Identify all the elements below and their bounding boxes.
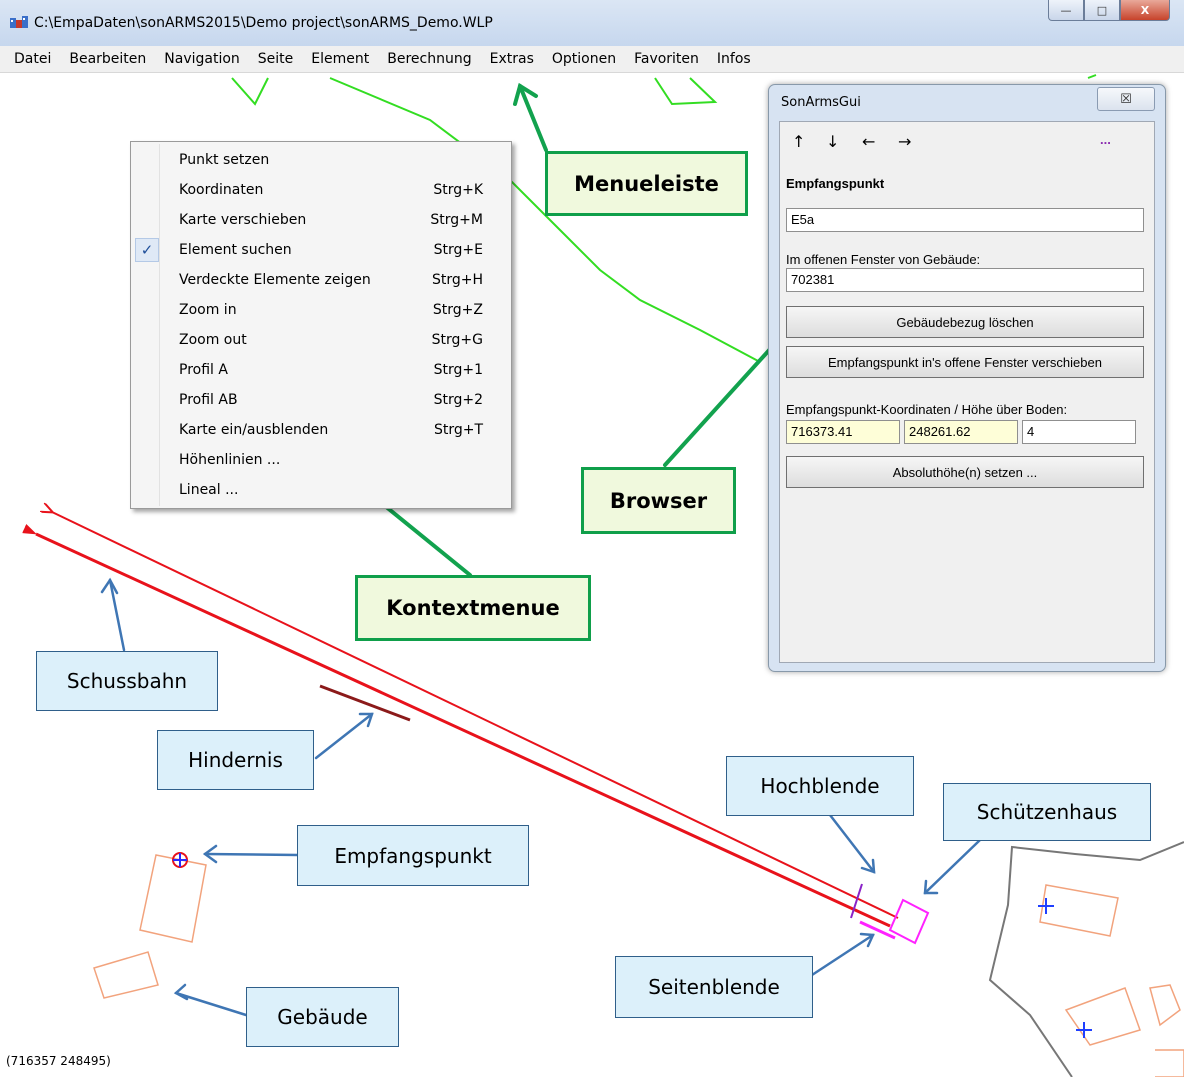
context-menu: Punkt setzen Koordinaten Strg+K Karte ve… <box>130 141 512 509</box>
ctx-item-label: Element suchen <box>179 242 292 258</box>
minimize-button[interactable]: — <box>1048 0 1084 21</box>
ctx-item-element-suchen[interactable]: ✓ Element suchen Strg+E <box>131 235 511 265</box>
delete-building-ref-button[interactable]: Gebäudebezug löschen <box>786 306 1144 338</box>
ctx-item-lineal[interactable]: Lineal ... <box>131 475 511 505</box>
ctx-item-label: Karte ein/ausblenden <box>179 422 329 438</box>
button-label: Empfangspunkt in's offene Fenster versch… <box>828 354 1102 370</box>
button-label: Absoluthöhe(n) setzen ... <box>892 464 1038 480</box>
absolute-height-button[interactable]: Absoluthöhe(n) setzen ... <box>786 456 1144 488</box>
ctx-item-label: Profil AB <box>179 392 238 408</box>
callout-empfangspunkt: Empfangspunkt <box>297 825 529 886</box>
maximize-button[interactable]: □ <box>1084 0 1120 21</box>
callout-schuetzenhaus: Schützenhaus <box>943 783 1151 841</box>
ctx-item-label: Verdeckte Elemente zeigen <box>179 272 371 288</box>
ctx-item-label: Zoom in <box>179 302 237 318</box>
ctx-item-shortcut: Strg+G <box>431 332 483 348</box>
callout-schussbahn: Schussbahn <box>36 651 218 711</box>
ctx-item-karte-verschieben[interactable]: Karte verschieben Strg+M <box>131 205 511 235</box>
ctx-item-label: Koordinaten <box>179 182 264 198</box>
ctx-item-label: Lineal ... <box>179 482 239 498</box>
menu-extras[interactable]: Extras <box>481 51 543 67</box>
menu-infos[interactable]: Infos <box>708 51 760 67</box>
ctx-item-profil-ab[interactable]: Profil AB Strg+2 <box>131 385 511 415</box>
ctx-item-profil-a[interactable]: Profil A Strg+1 <box>131 355 511 385</box>
ctx-item-shortcut: Strg+2 <box>433 392 483 408</box>
ctx-item-label: Punkt setzen <box>179 152 270 168</box>
panel-content: ↑ ↓ ← → ... Empfangspunkt E5a Im offenen… <box>779 121 1155 663</box>
ctx-item-shortcut: Strg+M <box>430 212 483 228</box>
height-field[interactable]: 4 <box>1022 420 1136 444</box>
ctx-item-karte-ein-ausblenden[interactable]: Karte ein/ausblenden Strg+T <box>131 415 511 445</box>
ctx-item-shortcut: Strg+K <box>433 182 483 198</box>
ctx-item-label: Zoom out <box>179 332 247 348</box>
callout-menueleiste: Menueleiste <box>545 151 748 216</box>
title-bar: C:\EmpaDaten\sonARMS2015\Demo project\so… <box>0 0 1184 46</box>
ctx-item-shortcut: Strg+E <box>433 242 483 258</box>
callout-gebaeude: Gebäude <box>246 987 399 1047</box>
coord-y-field[interactable]: 248261.62 <box>904 420 1018 444</box>
more-button[interactable]: ... <box>1100 132 1111 147</box>
ctx-item-shortcut: Strg+1 <box>433 362 483 378</box>
menu-berechnung[interactable]: Berechnung <box>378 51 480 67</box>
callout-browser: Browser <box>581 467 736 534</box>
ctx-item-label: Profil A <box>179 362 228 378</box>
ctx-item-label: Höhenlinien ... <box>179 452 281 468</box>
menu-navigation[interactable]: Navigation <box>155 51 249 67</box>
nav-down-button[interactable]: ↓ <box>826 132 839 151</box>
callout-hochblende: Hochblende <box>726 756 914 816</box>
building-label: Im offenen Fenster von Gebäude: <box>786 252 981 267</box>
nav-left-button[interactable]: ← <box>862 132 875 151</box>
menu-favoriten[interactable]: Favoriten <box>625 51 708 67</box>
panel-title: SonArmsGui <box>781 95 861 110</box>
ctx-item-punkt-setzen[interactable]: Punkt setzen <box>131 145 511 175</box>
coord-x-field[interactable]: 716373.41 <box>786 420 900 444</box>
window-controls: — □ X <box>1048 0 1170 22</box>
nav-right-button[interactable]: → <box>898 132 911 151</box>
shooter-house <box>888 898 930 945</box>
panel-close-button[interactable]: ☒ <box>1097 87 1155 111</box>
ctx-item-hoehenlinien[interactable]: Höhenlinien ... <box>131 445 511 475</box>
ctx-item-shortcut: Strg+H <box>431 272 483 288</box>
callout-seitenblende: Seitenblende <box>615 956 813 1018</box>
window-title: C:\EmpaDaten\sonARMS2015\Demo project\so… <box>34 15 493 31</box>
callout-kontextmenue: Kontextmenue <box>355 575 591 641</box>
ctx-item-zoom-in[interactable]: Zoom in Strg+Z <box>131 295 511 325</box>
menu-datei[interactable]: Datei <box>0 51 60 67</box>
check-icon: ✓ <box>135 238 159 262</box>
browser-panel: SonArmsGui ☒ ↑ ↓ ← → ... Empfangspunkt E… <box>768 84 1166 672</box>
menu-bearbeiten[interactable]: Bearbeiten <box>60 51 155 67</box>
menu-optionen[interactable]: Optionen <box>543 51 625 67</box>
menu-seite[interactable]: Seite <box>249 51 303 67</box>
building-markers <box>1038 898 1092 1038</box>
minimize-icon: — <box>1060 3 1072 17</box>
menu-element[interactable]: Element <box>302 51 378 67</box>
button-label: Gebäudebezug löschen <box>896 314 1034 330</box>
point-name-field[interactable]: E5a <box>786 208 1144 232</box>
status-coordinates: (716357 248495) <box>6 1054 111 1068</box>
menu-bar: Datei Bearbeiten Navigation Seite Elemen… <box>0 46 1184 73</box>
building-id-field[interactable]: 702381 <box>786 268 1144 292</box>
nav-up-button[interactable]: ↑ <box>792 132 805 151</box>
move-to-window-button[interactable]: Empfangspunkt in's offene Fenster versch… <box>786 346 1144 378</box>
receiver-point-marker[interactable] <box>172 852 188 868</box>
close-button[interactable]: X <box>1120 0 1170 21</box>
maximize-icon: □ <box>1096 3 1108 17</box>
ctx-item-zoom-out[interactable]: Zoom out Strg+G <box>131 325 511 355</box>
callout-hindernis: Hindernis <box>157 730 314 790</box>
app-icon <box>10 16 28 28</box>
close-icon: ☒ <box>1120 91 1132 107</box>
ctx-item-shortcut: Strg+Z <box>432 302 483 318</box>
ctx-item-shortcut: Strg+T <box>433 422 483 438</box>
ctx-item-label: Karte verschieben <box>179 212 307 228</box>
coords-label: Empfangspunkt-Koordinaten / Höhe über Bo… <box>786 402 1068 417</box>
panel-heading: Empfangspunkt <box>786 176 885 191</box>
ctx-item-koordinaten[interactable]: Koordinaten Strg+K <box>131 175 511 205</box>
ctx-item-verdeckte-elemente[interactable]: Verdeckte Elemente zeigen Strg+H <box>131 265 511 295</box>
close-icon: X <box>1140 3 1150 17</box>
